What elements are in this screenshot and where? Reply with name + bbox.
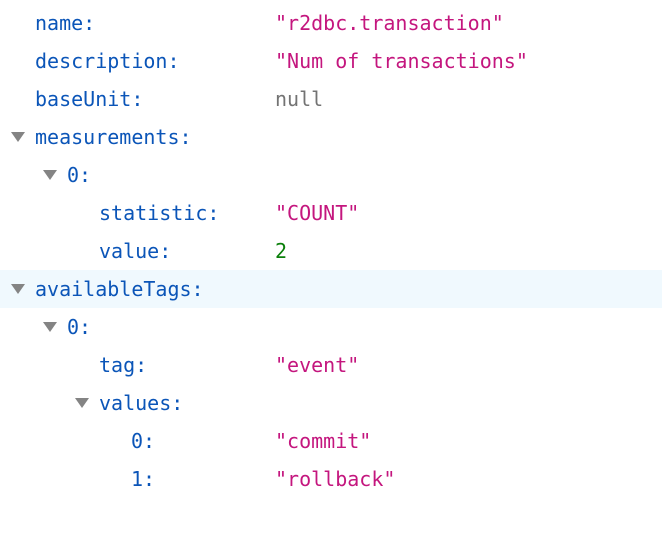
- json-row-statistic: statistic: "COUNT": [0, 194, 662, 232]
- expand-toggle-icon[interactable]: [11, 284, 25, 294]
- json-row-values-1: 1: "rollback": [0, 460, 662, 498]
- json-value-string: "r2dbc.transaction": [275, 11, 504, 35]
- json-row-measurements[interactable]: measurements:: [0, 118, 662, 156]
- json-key: description:: [35, 49, 180, 73]
- json-key: tag:: [99, 353, 148, 377]
- json-key: 1:: [131, 467, 156, 491]
- json-key: 0:: [131, 429, 156, 453]
- json-key: 0:: [67, 163, 92, 187]
- json-row-availabletags[interactable]: availableTags:: [0, 270, 662, 308]
- json-value-string: "Num of transactions": [275, 49, 528, 73]
- json-row-availabletags-0[interactable]: 0:: [0, 308, 662, 346]
- json-key: value:: [99, 239, 172, 263]
- json-row-measurements-0[interactable]: 0:: [0, 156, 662, 194]
- json-value-null: null: [275, 87, 324, 111]
- expand-toggle-icon[interactable]: [75, 398, 89, 408]
- json-key: availableTags:: [35, 277, 204, 301]
- expand-toggle-icon[interactable]: [11, 132, 25, 142]
- json-row-name: name: "r2dbc.transaction": [0, 4, 662, 42]
- json-row-value: value: 2: [0, 232, 662, 270]
- expand-toggle-icon[interactable]: [43, 170, 57, 180]
- json-value-number: 2: [275, 239, 288, 263]
- json-key: baseUnit:: [35, 87, 144, 111]
- expand-toggle-icon[interactable]: [43, 322, 57, 332]
- json-row-baseunit: baseUnit: null: [0, 80, 662, 118]
- json-row-tag: tag: "event": [0, 346, 662, 384]
- json-key: values:: [99, 391, 184, 415]
- json-row-values-0: 0: "commit": [0, 422, 662, 460]
- json-key: measurements:: [35, 125, 192, 149]
- json-key: name:: [35, 11, 96, 35]
- json-value-string: "event": [275, 353, 360, 377]
- json-row-description: description: "Num of transactions": [0, 42, 662, 80]
- json-value-string: "COUNT": [275, 201, 360, 225]
- json-value-string: "commit": [275, 429, 372, 453]
- json-value-string: "rollback": [275, 467, 396, 491]
- json-key: statistic:: [99, 201, 220, 225]
- json-key: 0:: [67, 315, 92, 339]
- json-viewer: name: "r2dbc.transaction" description: "…: [0, 0, 662, 556]
- json-row-values[interactable]: values:: [0, 384, 662, 422]
